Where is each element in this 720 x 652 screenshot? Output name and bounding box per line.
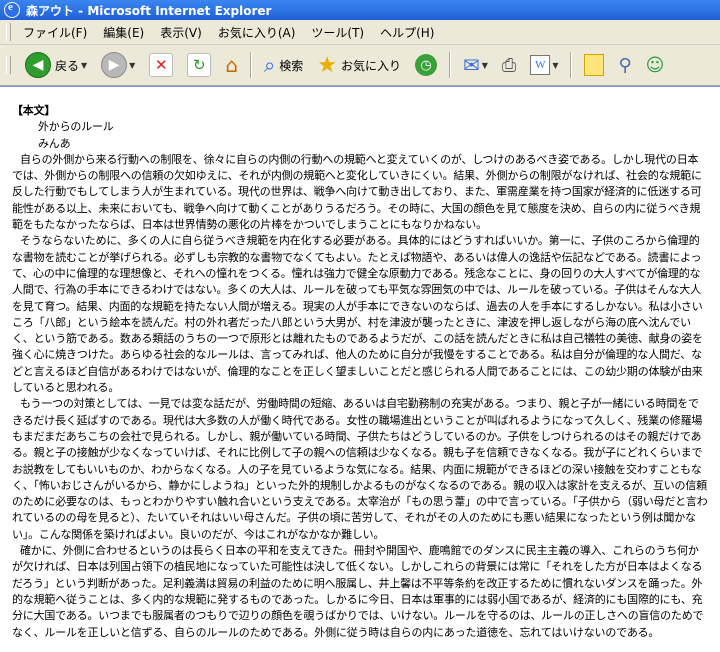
menu-grip bbox=[6, 23, 11, 41]
menu-edit[interactable]: 編集(E) bbox=[95, 21, 152, 44]
forward-button[interactable]: ▶ ▼ bbox=[97, 50, 139, 80]
forward-arrow-icon: ▶ bbox=[101, 52, 128, 78]
doc-heading: 【本文】 bbox=[12, 104, 56, 117]
search-label: 検索 bbox=[279, 58, 304, 73]
note-icon bbox=[584, 54, 605, 76]
home-button[interactable]: ⌂ bbox=[221, 51, 242, 79]
toolbar-separator bbox=[449, 52, 451, 78]
window-title: 森アウト - Microsoft Internet Explorer bbox=[26, 3, 272, 18]
paragraph: そうならないために、多くの人に自ら従うべき規範を内在化する必要がある。具体的には… bbox=[12, 234, 703, 395]
mail-button[interactable]: ✉ ▼ bbox=[459, 51, 492, 79]
refresh-icon: ↻ bbox=[187, 53, 212, 77]
paragraph: もう一つの対策としては、一見では変な話だが、労働時間の短縮、あるいは自宅勤務制の… bbox=[12, 397, 708, 541]
title-bar: 森アウト - Microsoft Internet Explorer bbox=[0, 0, 720, 20]
menu-file[interactable]: ファイル(F) bbox=[15, 21, 95, 44]
back-dropdown-icon[interactable]: ▼ bbox=[81, 61, 87, 70]
back-button[interactable]: ◀ 戻る ▼ bbox=[21, 50, 91, 80]
mail-icon: ✉ bbox=[463, 53, 480, 77]
menu-bar: ファイル(F) 編集(E) 表示(V) お気に入り(A) ツール(T) ヘルプ(… bbox=[0, 20, 720, 45]
paragraph: 自らの外側から来る行動への制限を、徐々に自らの内側の行動への規範へと変えていくの… bbox=[12, 152, 702, 232]
favorites-label: お気に入り bbox=[340, 58, 401, 73]
stop-button[interactable]: ✕ bbox=[145, 51, 177, 79]
toolbar-separator bbox=[570, 52, 573, 78]
stop-icon: ✕ bbox=[149, 53, 174, 77]
menu-tools[interactable]: ツール(T) bbox=[303, 21, 372, 44]
doc-author: みんあ bbox=[38, 136, 71, 150]
forward-dropdown-icon[interactable]: ▼ bbox=[129, 61, 135, 70]
edit-button[interactable]: W ▼ bbox=[526, 53, 562, 77]
messenger-icon: ☺ bbox=[645, 54, 665, 76]
edit-dropdown-icon[interactable]: ▼ bbox=[552, 61, 558, 70]
research-icon: ⚲ bbox=[618, 54, 632, 76]
browser-window: 森アウト - Microsoft Internet Explorer ファイル(… bbox=[0, 0, 720, 652]
back-label: 戻る bbox=[55, 58, 80, 73]
menu-view[interactable]: 表示(V) bbox=[152, 21, 210, 44]
favorites-button[interactable]: ★ お気に入り bbox=[313, 51, 405, 80]
paragraph: 確かに、外側に合わせるというのは長らく日本の平和を支えてきた。冊封や開国や、鹿鳴… bbox=[12, 544, 704, 639]
favorites-star-icon: ★ bbox=[317, 52, 337, 78]
document-body: 【本文】 外からのルール みんあ 自らの外側から来る行動への制限を、徐々に自らの… bbox=[12, 103, 708, 641]
messenger-button[interactable]: ☺ bbox=[642, 53, 669, 78]
page-content: 【本文】 外からのルール みんあ 自らの外側から来る行動への制限を、徐々に自らの… bbox=[0, 86, 720, 652]
refresh-button[interactable]: ↻ bbox=[183, 51, 215, 79]
back-arrow-icon: ◀ bbox=[25, 52, 51, 78]
print-button[interactable]: ⎙ bbox=[498, 53, 520, 78]
standard-toolbar: ◀ 戻る ▼ ▶ ▼ ✕ ↻ ⌂ ⌕ 検索 ★ お気に入り ◷ ✉ ▼ ⎙ W … bbox=[0, 45, 720, 86]
search-button[interactable]: ⌕ 検索 bbox=[260, 51, 307, 79]
doc-title: 外からのルール bbox=[38, 120, 114, 134]
mail-dropdown-icon[interactable]: ▼ bbox=[482, 61, 488, 70]
menu-help[interactable]: ヘルプ(H) bbox=[372, 21, 442, 44]
history-button[interactable]: ◷ bbox=[411, 52, 441, 78]
menu-favorites[interactable]: お気に入り(A) bbox=[210, 21, 304, 44]
discuss-button[interactable] bbox=[580, 52, 608, 78]
home-icon: ⌂ bbox=[225, 53, 239, 77]
toolbar-separator bbox=[250, 52, 253, 78]
print-icon: ⎙ bbox=[501, 54, 517, 76]
ie-logo-icon bbox=[4, 1, 20, 18]
history-icon: ◷ bbox=[415, 54, 437, 76]
search-icon: ⌕ bbox=[264, 53, 276, 77]
research-button[interactable]: ⚲ bbox=[614, 53, 635, 78]
word-edit-icon: W bbox=[530, 55, 551, 75]
toolbar-grip bbox=[6, 56, 11, 74]
